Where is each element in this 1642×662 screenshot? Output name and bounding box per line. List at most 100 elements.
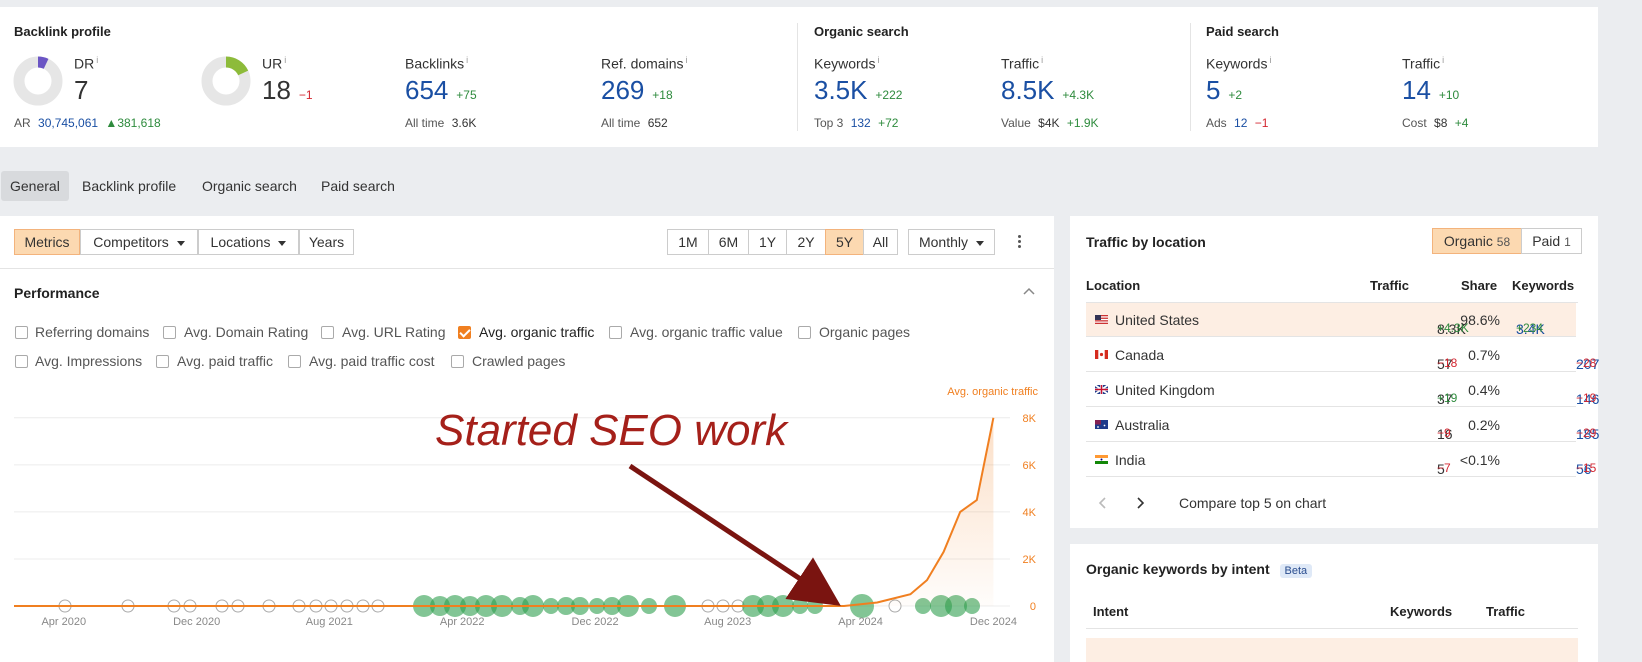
x-tick-label: Dec 2022 bbox=[572, 616, 619, 628]
ref-domains-change: +18 bbox=[652, 88, 673, 102]
x-tick-label: Apr 2024 bbox=[838, 616, 883, 628]
checkbox-label: Avg. Domain Rating bbox=[184, 324, 309, 340]
organic-traffic-value[interactable]: 8.5K bbox=[1001, 75, 1055, 105]
competitors-dropdown[interactable]: Competitors bbox=[80, 229, 198, 255]
tab-general[interactable]: General bbox=[1, 171, 69, 201]
next-page-icon[interactable] bbox=[1135, 496, 1145, 510]
range-all-button[interactable]: All bbox=[863, 229, 898, 255]
divider bbox=[797, 23, 798, 131]
paid-ads: Ads 12 −1 bbox=[1206, 116, 1269, 130]
performance-chart: 0 2K 4K 6K 8K Apr 2020 Dec 2020 Aug 2021 Apr 202… bbox=[14, 386, 1038, 628]
organic-traffic-label: Traffic i bbox=[1001, 55, 1044, 72]
table-row[interactable]: United Kingdom 37 +19 0.4% 146 −19 bbox=[1086, 373, 1599, 407]
range-1m-button[interactable]: 1M bbox=[667, 229, 709, 255]
backlinks-value-row: 654 +75 bbox=[405, 75, 477, 106]
organic-keywords-value-row: 3.5K +222 bbox=[814, 75, 903, 105]
ref-domains-value-row: 269 +18 bbox=[601, 75, 673, 106]
checkbox-label: Avg. organic traffic value bbox=[630, 324, 783, 340]
interval-dropdown[interactable]: Monthly bbox=[908, 229, 995, 255]
locations-dropdown[interactable]: Locations bbox=[198, 229, 299, 255]
collapse-chevron-icon[interactable] bbox=[1022, 286, 1036, 296]
ur-value: 18 bbox=[262, 75, 291, 105]
ref-domains-value[interactable]: 269 bbox=[601, 75, 644, 105]
col-header-keywords: Keywords bbox=[1512, 278, 1575, 293]
x-tick-label: Apr 2022 bbox=[440, 616, 485, 628]
dr-donut-chart bbox=[13, 56, 63, 106]
years-button[interactable]: Years bbox=[299, 229, 354, 255]
y-tick-label: 8K bbox=[1023, 413, 1037, 425]
annotation-text: Started SEO work bbox=[435, 406, 789, 455]
tab-backlink-profile[interactable]: Backlink profile bbox=[73, 171, 185, 201]
paid-traffic-value[interactable]: 14 bbox=[1402, 75, 1431, 105]
compare-top5-link[interactable]: Compare top 5 on chart bbox=[1179, 495, 1326, 511]
ref-domains-alltime: All time 652 bbox=[601, 116, 668, 130]
x-tick-label: Dec 2020 bbox=[173, 616, 220, 628]
metrics-button[interactable]: Metrics bbox=[14, 229, 80, 255]
checkbox-label: Referring domains bbox=[35, 324, 150, 340]
paid-keywords-value-row: 5 +2 bbox=[1206, 75, 1243, 105]
col-header-share: Share bbox=[1461, 278, 1498, 293]
col-header-traffic: Traffic bbox=[1486, 604, 1526, 619]
uk-flag-icon bbox=[1095, 385, 1108, 394]
more-options-icon[interactable] bbox=[1016, 234, 1022, 252]
metrics-summary-card: Backlink profile DR i 7 AR 30,745,061 ▲38… bbox=[0, 7, 1598, 147]
traffic-by-location-card: Traffic by location Organic 58 Paid 1 Lo… bbox=[1070, 216, 1599, 528]
checkbox-avg-paid-traffic-cost[interactable] bbox=[288, 355, 301, 368]
performance-card: Metrics Competitors Locations Years 1M 6… bbox=[0, 216, 1054, 662]
backlink-profile-heading: Backlink profile bbox=[14, 24, 111, 39]
checkbox-label: Avg. Impressions bbox=[35, 353, 143, 369]
organic-traffic-value-sub: Value $4K +1.9K bbox=[1001, 116, 1099, 130]
tab-organic-search[interactable]: Organic search bbox=[193, 171, 306, 201]
us-flag-icon bbox=[1095, 315, 1108, 324]
checkbox-avg-domain-rating[interactable] bbox=[163, 326, 176, 339]
dr-label: DR i bbox=[74, 55, 99, 72]
x-tick-label: Dec 2024 bbox=[970, 616, 1017, 628]
chevron-down-icon bbox=[278, 240, 287, 246]
chart-series-label: Avg. organic traffic bbox=[947, 386, 1038, 398]
table-row[interactable] bbox=[1086, 638, 1578, 662]
paid-toggle[interactable]: Paid 1 bbox=[1521, 228, 1582, 254]
organic-traffic-value-row: 8.5K +4.3K bbox=[1001, 75, 1095, 105]
checkbox-avg-organic-traffic-value[interactable] bbox=[609, 326, 622, 339]
ar-value[interactable]: 30,745,061 bbox=[38, 116, 98, 130]
checkbox-avg-url-rating[interactable] bbox=[321, 326, 334, 339]
table-row[interactable]: Australia 16 −9 0.2% 185 −29 bbox=[1086, 408, 1599, 442]
beta-badge: Beta bbox=[1279, 564, 1313, 578]
checkbox-avg-impressions[interactable] bbox=[15, 355, 28, 368]
y-tick-label: 4K bbox=[1023, 507, 1037, 519]
organic-keywords-value[interactable]: 3.5K bbox=[814, 75, 868, 105]
backlinks-label: Backlinks i bbox=[405, 55, 469, 72]
paid-keywords-value[interactable]: 5 bbox=[1206, 75, 1220, 105]
range-2y-button[interactable]: 2Y bbox=[786, 229, 826, 255]
range-6m-button[interactable]: 6M bbox=[708, 229, 749, 255]
checkbox-organic-pages[interactable] bbox=[798, 326, 811, 339]
organic-toggle[interactable]: Organic 58 bbox=[1432, 228, 1522, 254]
tab-paid-search[interactable]: Paid search bbox=[312, 171, 404, 201]
backlinks-value[interactable]: 654 bbox=[405, 75, 448, 105]
checkbox-referring-domains[interactable] bbox=[15, 326, 28, 339]
ref-domains-label: Ref. domains i bbox=[601, 55, 688, 72]
checkbox-label: Avg. URL Rating bbox=[342, 324, 446, 340]
ur-value-row: 18 −1 bbox=[262, 75, 313, 106]
divider bbox=[0, 268, 1054, 269]
checkbox-avg-organic-traffic[interactable] bbox=[458, 326, 471, 339]
table-row[interactable]: India 5 −7 <0.1% 56 −15 bbox=[1086, 443, 1596, 477]
checkbox-crawled-pages[interactable] bbox=[451, 355, 464, 368]
keywords-by-intent-header: Organic keywords by intent Beta bbox=[1086, 561, 1313, 578]
dr-value: 7 bbox=[74, 75, 89, 105]
prev-page-icon[interactable] bbox=[1098, 496, 1108, 510]
checkbox-label: Crawled pages bbox=[472, 353, 566, 369]
col-header-intent: Intent bbox=[1093, 604, 1129, 619]
ur-change: −1 bbox=[298, 88, 313, 102]
range-5y-button[interactable]: 5Y bbox=[825, 229, 864, 255]
australia-flag-icon bbox=[1095, 420, 1108, 429]
divider bbox=[1086, 628, 1578, 629]
canada-flag-icon bbox=[1095, 350, 1108, 359]
backlinks-change: +75 bbox=[456, 88, 477, 102]
paid-cost: Cost $8 +4 bbox=[1402, 116, 1469, 130]
checkbox-avg-paid-traffic[interactable] bbox=[156, 355, 169, 368]
table-row[interactable]: United States 8.3K +4.3K 98.6% 3.4K +234 bbox=[1086, 303, 1576, 337]
checkbox-label: Avg. organic traffic bbox=[479, 324, 595, 340]
range-1y-button[interactable]: 1Y bbox=[748, 229, 787, 255]
table-row[interactable]: Canada 57 −18 0.7% 207 −28 bbox=[1086, 338, 1599, 372]
